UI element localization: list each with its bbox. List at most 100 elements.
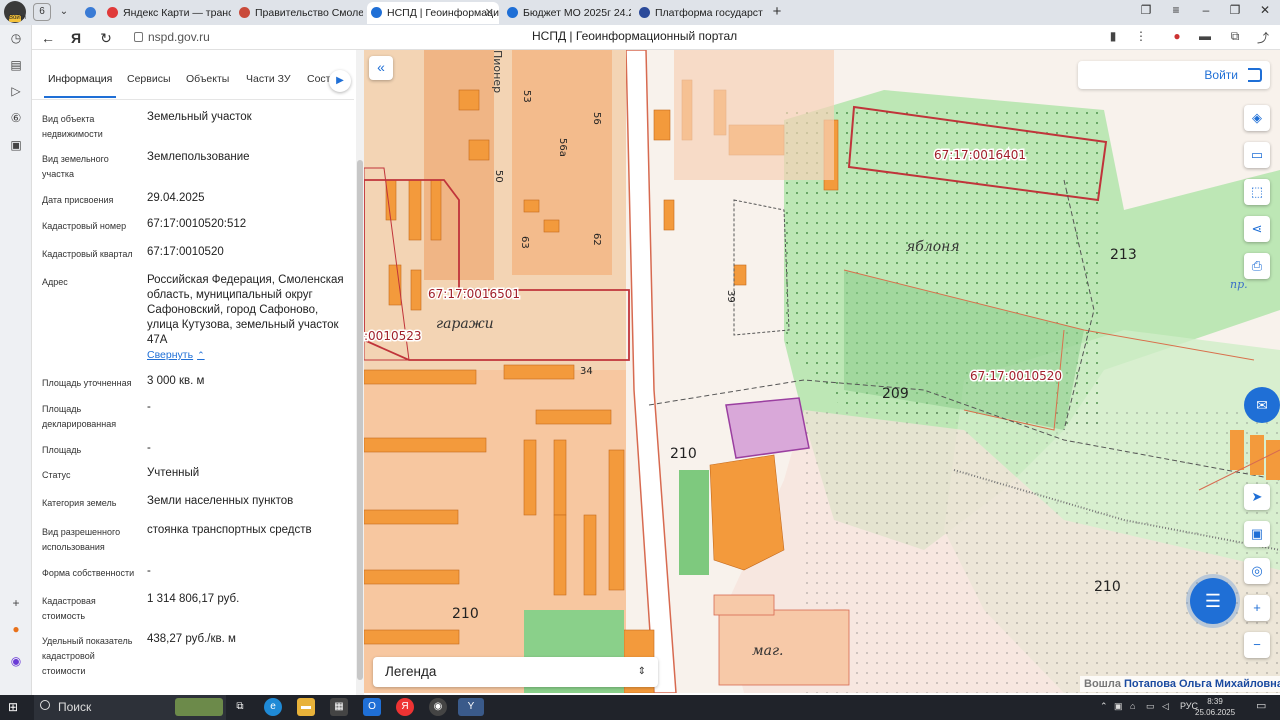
history-icon[interactable]: ◷ [8, 30, 24, 46]
collections-icon[interactable]: ⧉ [1226, 29, 1244, 46]
tab-platform[interactable]: Платформа государствен [635, 2, 763, 24]
url-text: nspd.gov.ru [148, 30, 210, 44]
row-label: Статус [42, 470, 71, 480]
windows-start-icon[interactable]: ⊞ [8, 701, 21, 714]
tab-budget[interactable]: Бюджет МО 2025г 24.2.2 [503, 2, 631, 24]
outlook-icon[interactable]: O [363, 698, 381, 716]
browser-sidebar: ◷ ▤ ▷ ⑥ ▣ + ● ◉ [0, 25, 32, 695]
tab-government[interactable]: Правительство Смоленс [235, 2, 363, 24]
back-icon[interactable]: ← [38, 28, 58, 48]
help-icon[interactable]: ✉ [1244, 387, 1280, 423]
tab-objects[interactable]: Объекты [186, 73, 229, 85]
task-view-icon[interactable]: ⧉ [231, 698, 249, 716]
tab-services[interactable]: Сервисы [127, 73, 171, 85]
login-button[interactable]: Войти [1078, 61, 1270, 89]
chevron-right-icon[interactable]: ▶ [329, 70, 351, 92]
tab-info[interactable]: Информация [43, 73, 117, 98]
minimize-icon[interactable]: – [1197, 3, 1215, 17]
play-icon[interactable]: ▷ [8, 83, 24, 99]
select-area-icon[interactable]: ⬚ [1244, 179, 1270, 205]
zoom-out-icon[interactable]: − [1244, 632, 1270, 658]
more-icon[interactable]: ⋮ [1132, 29, 1150, 46]
tab-label: Бюджет МО 2025г 24.2.2 [523, 7, 631, 19]
alice-icon[interactable]: ◉ [8, 653, 24, 669]
maximize-icon[interactable]: ❐ [1226, 3, 1244, 17]
collapse-label: Свернуть [147, 349, 194, 361]
tray-network-icon[interactable]: ⌂ [1130, 701, 1135, 711]
tray-display-icon[interactable]: ▭ [1146, 701, 1155, 712]
close-icon[interactable]: ✕ [485, 2, 494, 24]
row-label: Вид объекта недвижимости [42, 114, 103, 139]
geo-icon[interactable]: ◎ [1244, 558, 1270, 584]
clock[interactable]: 8:39 25.06.2025 [1195, 696, 1235, 718]
url-field[interactable]: nspd.gov.ru [132, 29, 242, 46]
yandex-active-icon[interactable]: Y [458, 698, 484, 716]
bookmark-icon[interactable]: ▮ [1104, 29, 1122, 46]
tab-label: Правительство Смоленс [255, 7, 363, 19]
bookmarks-icon[interactable]: ❐ [1137, 3, 1155, 17]
tab-pinned[interactable] [81, 2, 101, 24]
minimap-icon[interactable]: ▣ [1244, 521, 1270, 547]
profile-avatar[interactable]: Войти [4, 1, 26, 23]
reload-icon[interactable]: ↻ [96, 28, 116, 48]
layers-icon[interactable]: ◈ [1244, 105, 1270, 131]
tab-count-button[interactable]: 6 [33, 3, 51, 21]
footer-prefix: Вошла [1084, 678, 1121, 690]
scrollbar-thumb[interactable] [357, 160, 363, 680]
row-value: 67:17:0010520:512 [147, 218, 247, 230]
chrome-icon[interactable]: ◉ [429, 698, 447, 716]
legend-dropdown[interactable]: Легенда ⇕ [373, 657, 658, 687]
tray-chevron-icon[interactable]: ⌃ [1100, 701, 1108, 712]
share-icon[interactable]: ⤴ [1254, 29, 1272, 46]
new-tab-button[interactable]: + [768, 3, 786, 21]
yandex-icon[interactable]: Я [66, 28, 86, 48]
notifications-icon[interactable]: ▭ [1256, 699, 1266, 712]
search-highlight-image [175, 698, 223, 716]
share-icon[interactable]: ⋖ [1244, 216, 1270, 242]
notes-icon[interactable]: ▤ [8, 57, 24, 73]
chevron-updown-icon: ⇕ [637, 666, 646, 677]
explorer-icon[interactable]: ▬ [297, 698, 315, 716]
legend-label: Легенда [385, 664, 437, 679]
label-pr: пр. [1230, 278, 1248, 291]
extension-icon[interactable]: ● [1168, 29, 1186, 46]
chat-icon[interactable]: ☰ [1190, 578, 1236, 624]
zoom-in-icon[interactable]: + [1244, 595, 1270, 621]
map-view[interactable]: 67:17:0016401 67:17:0016501 67:17:001052… [364, 50, 1280, 693]
chevron-down-icon[interactable]: ⌄ [56, 3, 72, 21]
row-value: 3 000 кв. м [147, 375, 205, 387]
close-window-icon[interactable]: ✕ [1256, 3, 1274, 17]
panel-scrollbar[interactable] [356, 50, 364, 695]
label-50: 50 [493, 170, 504, 183]
yandex-browser-icon[interactable]: Я [396, 698, 414, 716]
store-icon[interactable]: ▦ [330, 698, 348, 716]
add-icon[interactable]: + [8, 595, 24, 611]
tab-nspd[interactable]: НСПД | Геоинформаци ✕ [367, 2, 499, 24]
screenshot-icon[interactable]: ▣ [8, 137, 24, 153]
label-39: 39 [725, 290, 736, 303]
tab-yandex-maps[interactable]: Яндекс Карти — транспор [103, 2, 231, 24]
row-label: Площадь декларированная [42, 404, 117, 429]
download-icon[interactable]: ▬ [1196, 29, 1214, 46]
counter-icon[interactable]: ⑥ [8, 110, 24, 126]
collapse-link[interactable]: Свернуть ⌃ [147, 349, 205, 361]
volume-icon[interactable]: ◁ [1162, 701, 1169, 712]
print-icon[interactable]: ⎙ [1244, 253, 1270, 279]
row-label: Кадастровый номер [42, 221, 127, 231]
row-label: Удельный показатель кадастровой стоимост… [42, 636, 133, 676]
tab-parts[interactable]: Части ЗУ [246, 73, 291, 85]
ruler-icon[interactable]: ▭ [1244, 142, 1270, 168]
edge-icon[interactable]: e [264, 698, 282, 716]
tab-label: Яндекс Карти — транспор [123, 7, 231, 19]
locate-icon[interactable]: ➤ [1244, 484, 1270, 510]
menu-icon[interactable]: ≡ [1167, 3, 1185, 17]
tray-app-icon[interactable]: ▣ [1114, 701, 1123, 712]
nspd-icon [371, 7, 382, 18]
label-210-c: 210 [1094, 579, 1121, 595]
row-value: стоянка транспортных средств [147, 524, 312, 536]
chevron-up-icon: ⌃ [197, 350, 205, 360]
page-title: НСПД | Геоинформационный портал [532, 29, 738, 43]
app-icon[interactable]: ● [8, 621, 24, 637]
collapse-panel-button[interactable]: « [369, 56, 393, 80]
tab-label: НСПД | Геоинформаци [387, 7, 499, 19]
